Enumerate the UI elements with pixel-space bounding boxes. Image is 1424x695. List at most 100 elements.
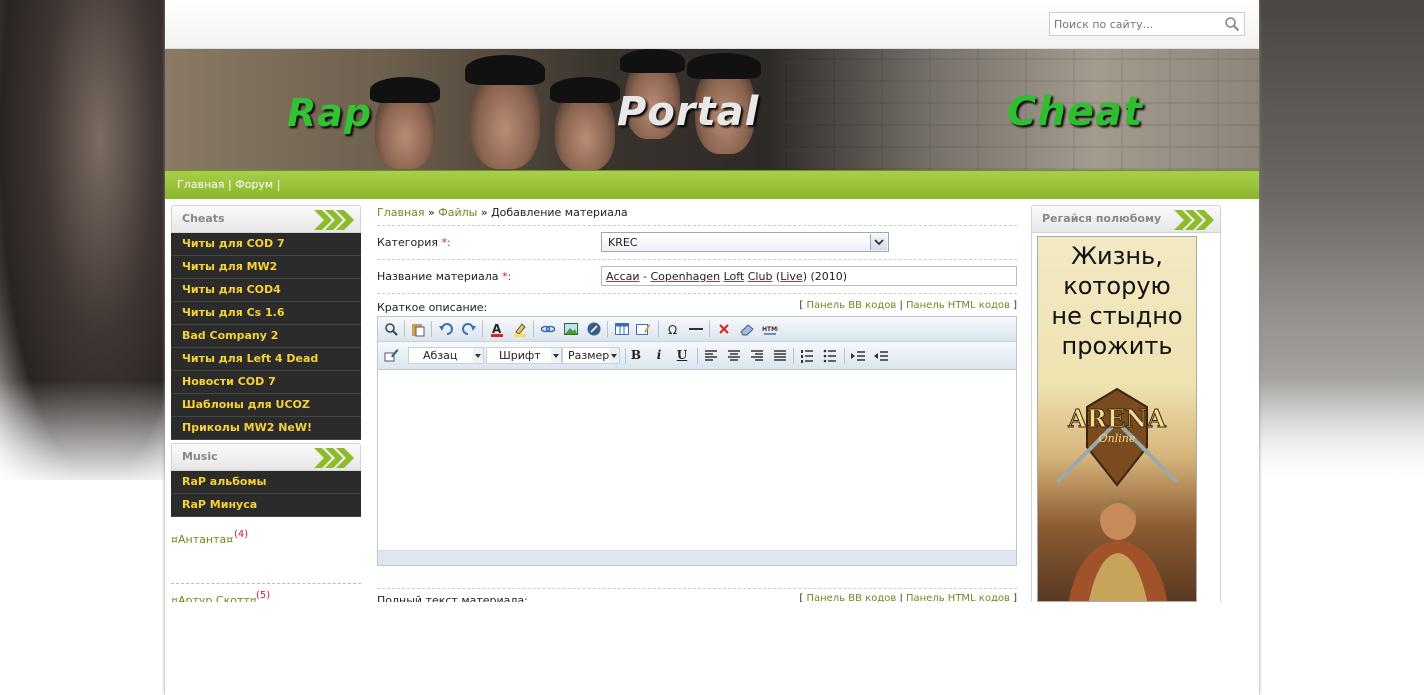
svg-text:HTML: HTML [762, 326, 778, 333]
chevron-down-icon [473, 348, 483, 363]
font-dropdown[interactable]: Шрифт [486, 347, 562, 364]
breadcrumb-current: Добавление материала [491, 206, 628, 219]
chevron-down-icon [609, 348, 619, 363]
chevron-down-icon[interactable] [870, 234, 887, 250]
block-title-text: Music [182, 450, 218, 463]
italic-button[interactable]: i [652, 348, 666, 362]
indent-icon[interactable] [850, 348, 866, 364]
menu-item[interactable]: Приколы MW2 NeW! [171, 417, 361, 440]
breadcrumb-home-link[interactable]: Главная [377, 206, 425, 219]
breadcrumb-separator: » [428, 206, 435, 219]
html-panel-link[interactable]: Панель HTML кодов [906, 300, 1010, 311]
image-icon[interactable] [563, 321, 579, 337]
cheats-menu: Читы для COD 7 Читы для MW2 Читы для COD… [171, 233, 361, 440]
top-bar [165, 0, 1259, 49]
ad-logo-text: ARENA [1067, 404, 1166, 433]
register-block-body: Жизнь, которую не стыдно прожить ARENA O… [1031, 233, 1221, 604]
double-chevron-right-icon [1174, 210, 1214, 230]
menu-item[interactable]: Читы для COD4 [171, 279, 361, 302]
text-color-icon[interactable]: A [489, 321, 505, 337]
find-icon[interactable] [383, 321, 399, 337]
eraser-icon[interactable] [739, 321, 755, 337]
page-bottom-area [165, 602, 1259, 695]
page-container: Rap Portal Cheat Главная | Форум | Cheat… [165, 0, 1259, 695]
paragraph-dropdown[interactable]: Абзац [408, 347, 484, 364]
double-chevron-right-icon [314, 448, 354, 468]
short-description-textarea[interactable] [378, 370, 1016, 551]
short-description-editor: A Ω HTML Абзац [377, 316, 1017, 566]
search-input[interactable] [1050, 13, 1224, 35]
link-icon[interactable] [540, 321, 556, 337]
editor-status-bar [378, 551, 1016, 565]
special-char-icon[interactable]: Ω [665, 321, 681, 337]
undo-icon[interactable] [438, 321, 454, 337]
breadcrumb-files-link[interactable]: Файлы [438, 206, 477, 219]
svg-text:A: A [492, 322, 502, 336]
nav-home-link[interactable]: Главная [177, 178, 225, 191]
block-title-text: Cheats [182, 212, 225, 225]
outdent-icon[interactable] [873, 348, 889, 364]
align-center-icon[interactable] [726, 348, 742, 364]
paste-icon[interactable] [410, 321, 426, 337]
short-description-label: Краткое описание: [377, 301, 488, 314]
align-right-icon[interactable] [749, 348, 765, 364]
html-source-icon[interactable]: HTML [762, 321, 778, 337]
title-row: Название материала *: Ассаи - Copenhagen… [377, 260, 1017, 294]
commenter-count: (4) [234, 529, 249, 540]
menu-item[interactable]: Bad Company 2 [171, 325, 361, 348]
panel-links: [ Панель BB кодов | Панель HTML кодов ] [799, 300, 1017, 311]
register-block-title: Регайся полюбому [1031, 205, 1221, 233]
chevron-down-icon [551, 348, 561, 363]
category-select[interactable]: KREC [601, 232, 889, 252]
arena-logo: ARENA Online [1055, 387, 1179, 487]
editor-toolbar-top: A Ω HTML [378, 317, 1016, 342]
bb-panel-link[interactable]: Панель BB кодов [806, 300, 896, 311]
section-divider [377, 566, 1017, 589]
menu-item[interactable]: Читы для Cs 1.6 [171, 302, 361, 325]
align-left-icon[interactable] [703, 348, 719, 364]
style-edit-icon[interactable] [383, 347, 399, 363]
menu-item[interactable]: RaP Минуса [171, 494, 361, 517]
highlight-icon[interactable] [512, 321, 528, 337]
ad-slogan: Жизнь, которую не стыдно прожить [1051, 242, 1183, 360]
advertisement-banner[interactable]: Жизнь, которую не стыдно прожить ARENA O… [1037, 236, 1197, 602]
flash-icon[interactable] [586, 321, 602, 337]
category-label: Категория *: [377, 236, 451, 249]
breadcrumb-separator: » [480, 206, 488, 219]
ad-logo-subtext: Online [1099, 432, 1136, 445]
search-icon[interactable] [1224, 16, 1240, 32]
underline-button[interactable]: U [675, 348, 689, 362]
site-search [1049, 12, 1245, 36]
nav-separator: | [228, 178, 232, 191]
align-justify-icon[interactable] [772, 348, 788, 364]
nav-forum-link[interactable]: Форум [235, 178, 273, 191]
menu-item[interactable]: RaP альбомы [171, 471, 361, 494]
menu-item[interactable]: Читы для COD 7 [171, 233, 361, 256]
right-sidebar: Регайся полюбому Жизнь, которую не стыдн… [1031, 205, 1221, 604]
breadcrumb: Главная » Файлы » Добавление материала [377, 205, 1017, 226]
table-icon[interactable] [614, 321, 630, 337]
horizontal-rule-icon[interactable] [688, 321, 704, 337]
commenter-name[interactable]: ¤Антанта¤ [171, 533, 233, 546]
redo-icon[interactable] [461, 321, 477, 337]
menu-item[interactable]: Новости COD 7 [171, 371, 361, 394]
title-input[interactable]: Ассаи - Copenhagen Loft Club (Live) (201… [601, 266, 1017, 286]
unordered-list-icon[interactable] [822, 348, 838, 364]
category-row: Категория *: KREC [377, 226, 1017, 260]
menu-item[interactable]: Шаблоны для UCOZ [171, 394, 361, 417]
title-input-value: Ассаи - Copenhagen Loft Club (Live) (201… [606, 270, 848, 283]
short-description-header: Краткое описание: [ Панель BB кодов | Па… [377, 298, 1017, 316]
bold-button[interactable]: B [629, 348, 643, 362]
menu-item[interactable]: Читы для Left 4 Dead [171, 348, 361, 371]
nav-links: Главная | Форум | [177, 171, 280, 199]
remove-format-icon[interactable] [716, 321, 732, 337]
cheats-block-title: Cheats [171, 205, 361, 233]
music-block-title: Music [171, 443, 361, 471]
size-dropdown[interactable]: Размер [562, 347, 620, 364]
logo-rap: Rap [287, 91, 373, 135]
title-label: Название материала *: [377, 270, 512, 283]
edit-table-icon[interactable] [635, 321, 651, 337]
ordered-list-icon[interactable] [799, 348, 815, 364]
menu-item[interactable]: Читы для MW2 [171, 256, 361, 279]
commenter-count: (5) [256, 590, 271, 601]
